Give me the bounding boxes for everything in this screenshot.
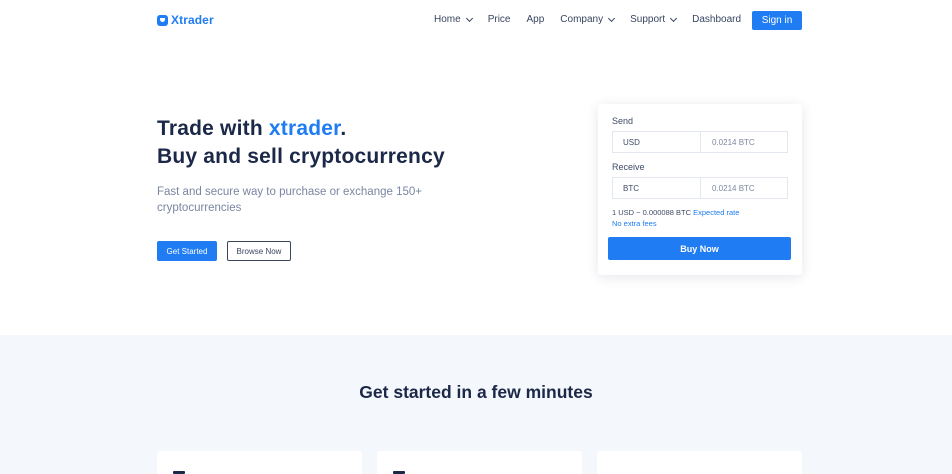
brand-name: Xtrader [171, 13, 214, 27]
hero-title: Trade with xtrader. Buy and sell cryptoc… [157, 115, 445, 171]
hero-subtitle: Fast and secure way to purchase or excha… [157, 186, 422, 214]
nav-label: Price [487, 14, 511, 25]
browse-now-button[interactable]: Browse Now [227, 241, 291, 261]
expected-rate-link[interactable]: Expected rate [693, 208, 739, 217]
nav-label: Support [630, 14, 666, 25]
nav-item-app[interactable]: App [526, 14, 544, 25]
hero-title-prefix: Trade with [157, 117, 269, 140]
main-nav: Home Price App Company Support Dashboard [434, 14, 757, 25]
send-currency-select[interactable]: USD [613, 132, 701, 152]
send-field: USD 0.0214 BTC [612, 131, 788, 153]
chevron-down-icon [465, 14, 473, 22]
section-title: Get started in a few minutes [359, 382, 593, 402]
sign-in-button[interactable]: Sign in [752, 11, 802, 30]
send-amount-input[interactable]: 0.0214 BTC [701, 132, 787, 152]
nav-item-support[interactable]: Support [630, 14, 678, 25]
exchange-rate: 1 USD ~ 0.000088 BTC Expected rate [612, 208, 739, 217]
chevron-down-icon [670, 14, 678, 22]
nav-item-home[interactable]: Home [434, 14, 473, 25]
nav-label: Home [434, 14, 461, 25]
hero-title-accent: xtrader [268, 117, 341, 140]
step-card [377, 451, 582, 474]
get-started-section: Get started in a few minutes [0, 335, 952, 474]
hero-title-line2: Buy and sell cryptocurrency [157, 145, 445, 168]
nav-label: Dashboard [692, 14, 742, 25]
exchange-card: Send USD 0.0214 BTC Receive BTC 0.0214 B… [598, 104, 802, 275]
nav-label: Company [560, 14, 604, 25]
receive-field: BTC 0.0214 BTC [612, 177, 788, 199]
hero-title-suffix: . [340, 117, 347, 140]
nav-item-company[interactable]: Company [560, 14, 616, 25]
xtrader-logo-icon [157, 14, 168, 26]
buy-now-button[interactable]: Buy Now [608, 237, 791, 260]
receive-amount-input[interactable]: 0.0214 BTC [701, 178, 787, 198]
rate-text: 1 USD ~ 0.000088 BTC [612, 208, 692, 217]
step-card [157, 451, 362, 474]
site-header: Xtrader Home Price App Company Support D… [0, 0, 952, 40]
nav-item-price[interactable]: Price [488, 14, 511, 25]
receive-label: Receive [612, 162, 645, 172]
step-card [597, 451, 802, 474]
brand-logo[interactable]: Xtrader [157, 13, 214, 27]
get-started-button[interactable]: Get Started [157, 241, 217, 261]
chevron-down-icon [608, 14, 616, 22]
no-fees-note: No extra fees [612, 219, 657, 228]
nav-item-dashboard[interactable]: Dashboard [692, 14, 741, 25]
nav-label: App [526, 14, 545, 25]
send-label: Send [612, 116, 634, 126]
receive-currency-select[interactable]: BTC [613, 178, 701, 198]
